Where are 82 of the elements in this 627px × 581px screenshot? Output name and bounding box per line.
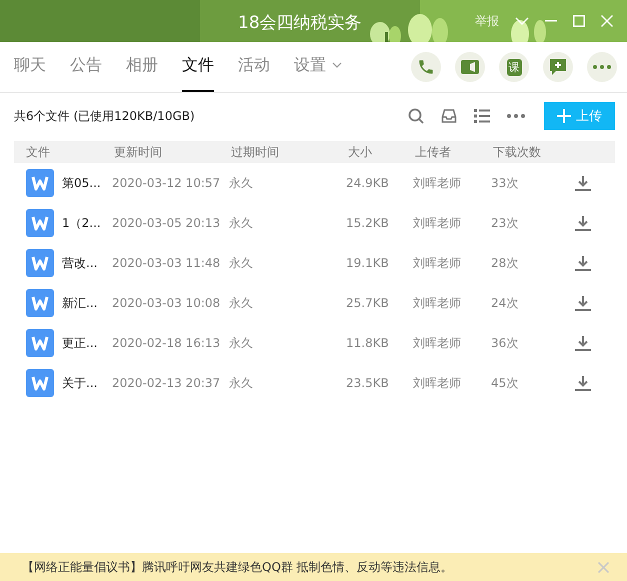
document-icon bbox=[26, 329, 54, 357]
document-icon bbox=[26, 289, 54, 317]
table-cell-text: 25.7KB bbox=[346, 296, 390, 310]
table-cell-text: 永久 bbox=[229, 174, 254, 192]
report-link[interactable]: 举报 bbox=[475, 12, 499, 30]
download-icon[interactable] bbox=[575, 215, 591, 231]
tab[interactable]: 活动 bbox=[238, 42, 270, 92]
table-cell-text: 2020-03-12 10:57 bbox=[112, 176, 222, 190]
table-cell-text: 36次 bbox=[491, 334, 520, 352]
column-header[interactable]: 更新时间 bbox=[114, 144, 231, 160]
table-cell-text: 28次 bbox=[491, 254, 520, 272]
table-cell-text: 刘晖老师 bbox=[413, 174, 462, 192]
plus-icon bbox=[557, 109, 571, 123]
table-cell-text: 刘晖老师 bbox=[413, 254, 462, 272]
tab[interactable]: 公告 bbox=[70, 42, 102, 92]
column-header[interactable]: 下载次数 bbox=[493, 144, 573, 160]
table-cell-text: 24次 bbox=[491, 294, 520, 312]
more-icon[interactable] bbox=[507, 114, 525, 118]
column-header[interactable]: 上传者 bbox=[415, 144, 493, 160]
inbox-icon[interactable] bbox=[441, 108, 457, 124]
table-cell-text: 刘晖老师 bbox=[413, 374, 462, 392]
table-cell-text: 刘晖老师 bbox=[413, 334, 462, 352]
document-icon bbox=[26, 369, 54, 397]
download-icon[interactable] bbox=[575, 295, 591, 311]
upload-button[interactable]: 上传 bbox=[544, 102, 615, 130]
tab[interactable]: 设置 bbox=[294, 42, 342, 92]
tab[interactable]: 文件 bbox=[182, 42, 214, 92]
column-header[interactable]: 文件 bbox=[14, 144, 114, 160]
download-icon[interactable] bbox=[575, 175, 591, 191]
file-name[interactable]: 1（2... bbox=[62, 214, 101, 232]
window-title: 18会四纳税实务 bbox=[238, 12, 362, 34]
maximize-icon[interactable] bbox=[573, 15, 585, 27]
minimize-icon[interactable] bbox=[545, 20, 557, 22]
download-icon[interactable] bbox=[575, 335, 591, 351]
chevron-down-icon[interactable] bbox=[515, 16, 529, 26]
table-cell-text: 永久 bbox=[229, 374, 254, 392]
add-chat-button[interactable] bbox=[543, 52, 573, 82]
file-name[interactable]: 第05... bbox=[62, 174, 101, 192]
table-cell-text: 23次 bbox=[491, 214, 520, 232]
table-cell-text: 永久 bbox=[229, 334, 254, 352]
download-icon[interactable] bbox=[575, 255, 591, 271]
search-icon[interactable] bbox=[408, 108, 424, 124]
document-icon bbox=[26, 249, 54, 277]
more-icon bbox=[593, 65, 611, 69]
table-cell-text: 33次 bbox=[491, 174, 520, 192]
table-cell-text: 永久 bbox=[229, 214, 254, 232]
tab[interactable]: 聊天 bbox=[14, 42, 46, 92]
table-cell-text: 15.2KB bbox=[346, 216, 390, 230]
column-header[interactable]: 过期时间 bbox=[231, 144, 348, 160]
document-icon bbox=[26, 209, 54, 237]
table-cell-text: 永久 bbox=[229, 254, 254, 272]
file-name[interactable]: 更正... bbox=[62, 334, 98, 352]
file-name[interactable]: 营改... bbox=[62, 254, 98, 272]
table-cell-text: 19.1KB bbox=[346, 256, 390, 270]
more-button[interactable] bbox=[587, 52, 617, 82]
video-button[interactable] bbox=[455, 52, 485, 82]
table-cell-text: 2020-02-18 16:13 bbox=[112, 336, 222, 350]
table-cell-text: 2020-03-05 20:13 bbox=[112, 216, 222, 230]
list-icon[interactable] bbox=[474, 109, 490, 123]
file-name[interactable]: 新汇... bbox=[62, 294, 98, 312]
file-summary: 共6个文件 (已使用120KB/10GB) bbox=[14, 108, 195, 124]
table-cell-text: 2020-02-13 20:37 bbox=[112, 376, 222, 390]
download-icon[interactable] bbox=[575, 375, 591, 391]
course-button[interactable]: 课 bbox=[499, 52, 529, 82]
table-cell-text: 刘晖老师 bbox=[413, 294, 462, 312]
phone-button[interactable] bbox=[411, 52, 441, 82]
table-cell-text: 24.9KB bbox=[346, 176, 390, 190]
table-cell-text: 11.8KB bbox=[346, 336, 390, 350]
table-cell-text: 45次 bbox=[491, 374, 520, 392]
tab[interactable]: 相册 bbox=[126, 42, 158, 92]
notice-text: 【网络正能量倡议书】腾讯呼吁网友共建绿色QQ群 抵制色情、反动等违法信息。 bbox=[22, 558, 453, 576]
chat-plus-icon bbox=[549, 58, 567, 76]
table-cell-text: 永久 bbox=[229, 294, 254, 312]
table-cell-text: 23.5KB bbox=[346, 376, 390, 390]
table-cell-text: 2020-03-03 11:48 bbox=[112, 256, 222, 270]
file-name[interactable]: 关于... bbox=[62, 374, 98, 392]
table-cell-text: 刘晖老师 bbox=[413, 214, 462, 232]
table-cell-text: 2020-03-03 10:08 bbox=[112, 296, 222, 310]
column-header[interactable]: 大小 bbox=[348, 144, 415, 160]
phone-icon bbox=[417, 58, 435, 76]
video-camera-icon bbox=[461, 59, 479, 75]
document-icon bbox=[26, 169, 54, 197]
